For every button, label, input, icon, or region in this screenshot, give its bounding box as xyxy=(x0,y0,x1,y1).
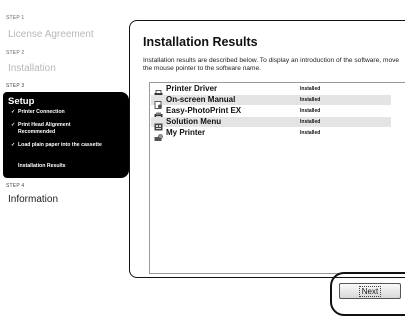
substep-print-head-alignment: ✓ Print Head Alignment Recommended xyxy=(11,122,126,135)
software-name[interactable]: Solution Menu xyxy=(166,117,221,126)
software-name[interactable]: Easy-PhotoPrint EX xyxy=(166,106,241,115)
list-item[interactable]: Printer Driver Installed xyxy=(151,84,391,97)
install-status: Installed xyxy=(300,108,321,114)
printer-icon xyxy=(154,85,163,97)
next-button[interactable]: Next xyxy=(339,283,401,299)
substep-load-paper: ✓ Load plain paper into the cassette xyxy=(11,142,126,149)
step4-label: STEP 4 xyxy=(6,183,25,189)
substep-label: Load plain paper into the cassette xyxy=(18,142,102,148)
substep-printer-connection: ✓ Printer Connection xyxy=(11,109,126,116)
step1-title: License Agreement xyxy=(8,29,94,40)
photo-print-icon xyxy=(154,107,163,120)
list-item[interactable]: My Printer Installed xyxy=(151,128,391,141)
step3-label: STEP 3 xyxy=(6,83,25,89)
page-title: Installation Results xyxy=(143,35,258,49)
step2-label: STEP 2 xyxy=(6,50,25,56)
check-icon: ✓ xyxy=(11,109,16,115)
solution-menu-icon xyxy=(154,118,163,131)
substep-label: Print Head Alignment Recommended xyxy=(18,122,71,135)
substep-installation-results: Installation Results xyxy=(11,163,126,170)
active-step-panel: Setup ✓ Printer Connection ✓ Print Head Al… xyxy=(3,92,129,178)
software-name[interactable]: Printer Driver xyxy=(166,84,217,93)
software-name[interactable]: On-screen Manual xyxy=(166,95,235,104)
install-status: Installed xyxy=(300,86,321,92)
substep-label: Installation Results xyxy=(18,163,66,169)
check-icon: ✓ xyxy=(11,142,16,148)
next-button-label: Next xyxy=(358,286,382,297)
description-text: Installation results are described below… xyxy=(143,57,400,72)
steps-sidebar: STEP 1 License Agreement STEP 2 Installa… xyxy=(0,0,132,308)
software-name[interactable]: My Printer xyxy=(166,128,205,137)
install-status: Installed xyxy=(300,130,321,136)
step2-title: Installation xyxy=(8,63,56,74)
installation-results-list: Printer Driver Installed On-screen Manua… xyxy=(149,82,405,274)
my-printer-icon xyxy=(154,129,163,141)
step1-label: STEP 1 xyxy=(6,15,25,21)
step3-title: Setup xyxy=(8,96,35,107)
step4-title: Information xyxy=(8,194,59,205)
list-item[interactable]: Easy-PhotoPrint EX Installed xyxy=(151,106,391,120)
manual-icon xyxy=(154,96,163,109)
list-item[interactable]: On-screen Manual Installed xyxy=(151,95,391,109)
check-icon: ✓ xyxy=(11,122,16,128)
install-status: Installed xyxy=(300,119,321,125)
substep-label: Printer Connection xyxy=(18,109,65,115)
install-status: Installed xyxy=(300,97,321,103)
list-item[interactable]: Solution Menu Installed xyxy=(151,117,391,131)
